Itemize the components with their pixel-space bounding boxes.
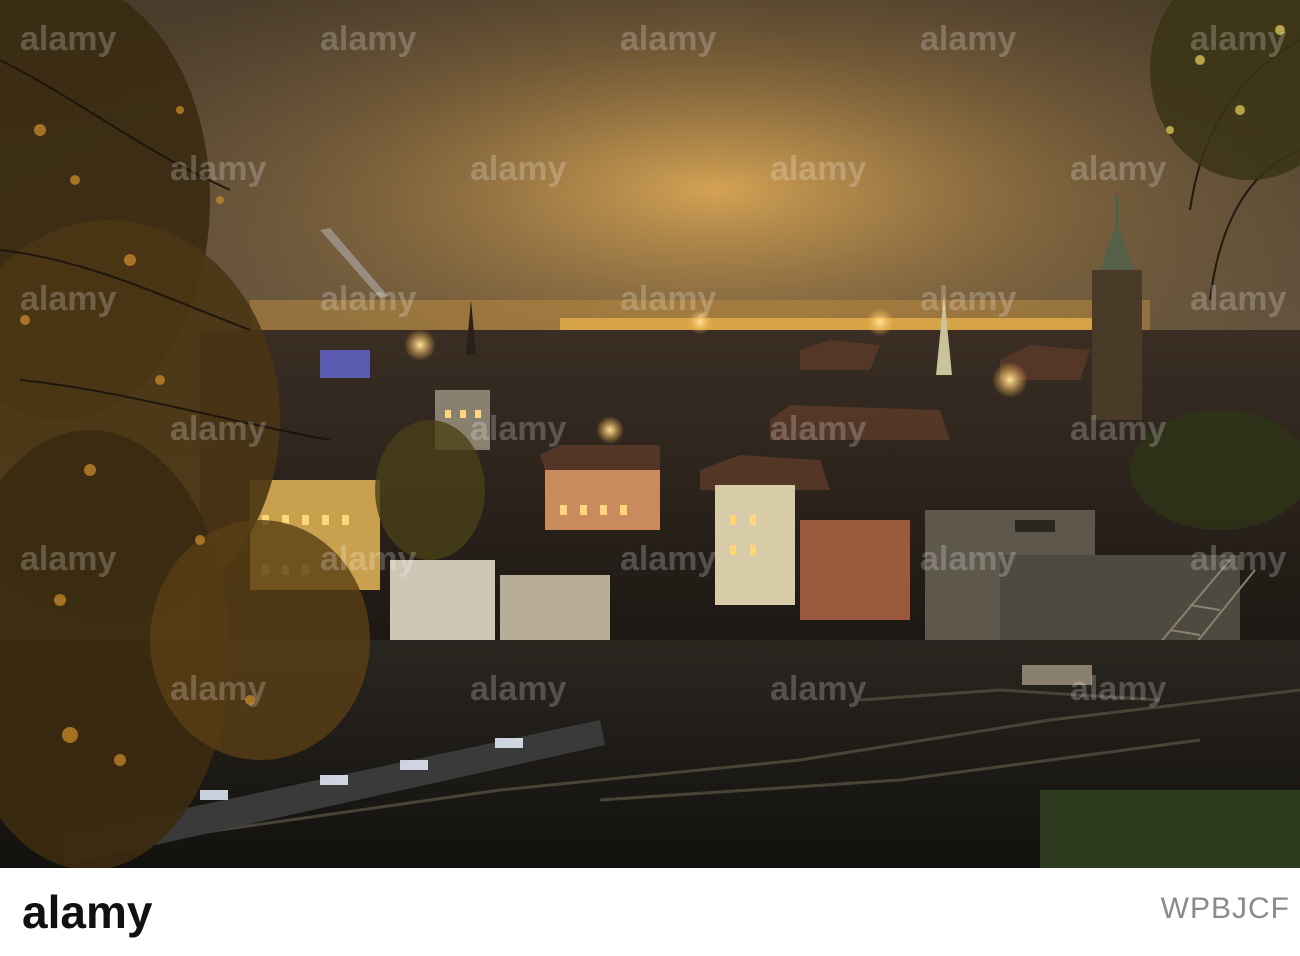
photo-canvas xyxy=(0,0,1300,868)
alamy-logo-text: alamy xyxy=(22,886,153,938)
hedge-bottom-right xyxy=(1040,790,1300,868)
image-id: WPBJCF xyxy=(1160,892,1290,925)
bench xyxy=(1022,665,1092,685)
night-city-photo: alamy alamy alamy alamy alamy alamy alamy alamy… xyxy=(0,0,1300,868)
alamy-logo: alamy xyxy=(22,886,153,938)
stock-photo-footer: alamy WPBJCF xyxy=(0,868,1300,956)
